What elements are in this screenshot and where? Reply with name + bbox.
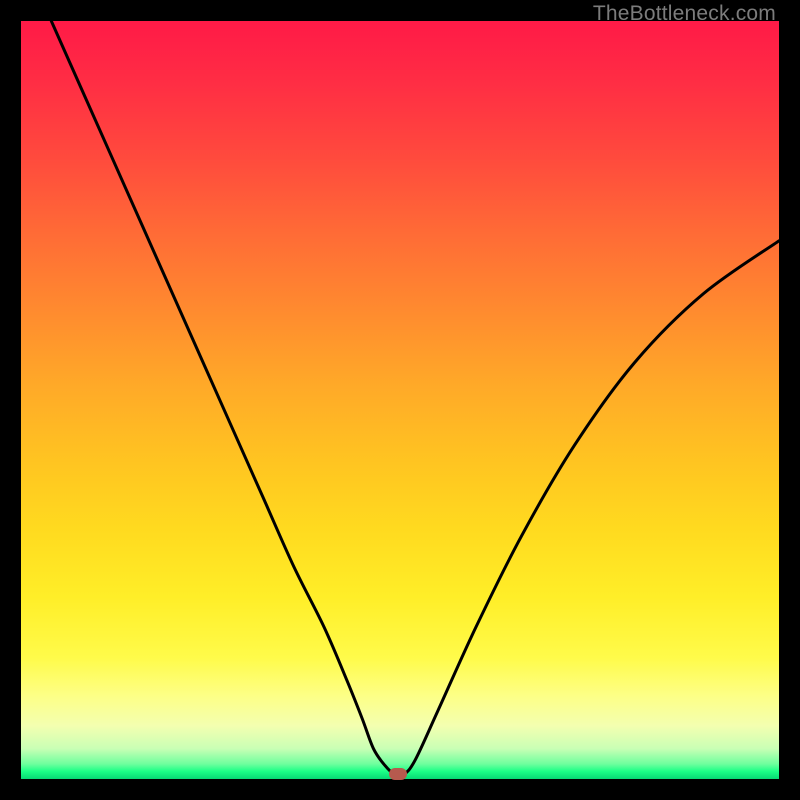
plot-area <box>21 21 779 779</box>
chart-frame: TheBottleneck.com <box>0 0 800 800</box>
optimal-point-marker <box>389 768 407 780</box>
bottleneck-curve <box>21 21 779 779</box>
